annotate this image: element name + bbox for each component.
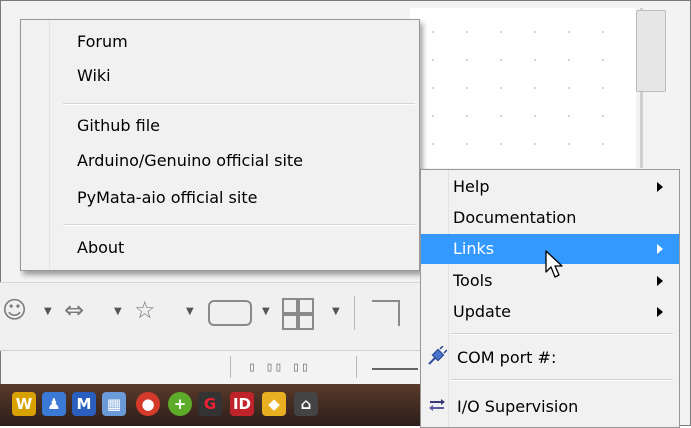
menu-item-documentation[interactable]: Documentation	[421, 203, 679, 233]
submenu-arrow-icon	[657, 182, 663, 192]
grid-icon[interactable]	[282, 298, 314, 330]
menu-item-label: Links	[453, 239, 495, 258]
taskbar-app-icon[interactable]: +	[168, 392, 192, 416]
menu-item-update[interactable]: Update	[421, 297, 679, 327]
menu-separator	[451, 333, 673, 335]
submenu-arrow-icon	[657, 244, 663, 254]
chevron-down-icon[interactable]: ▼	[332, 306, 340, 317]
links-submenu: Forum Wiki Github file Arduino/Genuino o…	[20, 19, 420, 271]
zoom-out-icon[interactable]	[372, 368, 418, 370]
menu-separator	[63, 224, 415, 226]
plug-icon	[428, 346, 447, 365]
drawing-canvas[interactable]	[410, 8, 636, 168]
menu-item-pymata-site[interactable]: PyMata-aio official site	[77, 188, 257, 207]
page-layout-icons[interactable]: ▯ ▯▯ ▯▯	[248, 360, 310, 375]
smiley-icon[interactable]: ☺	[2, 298, 27, 322]
taskbar-app-icon[interactable]: G	[198, 392, 222, 416]
toolbar-separator	[230, 356, 231, 378]
menu-item-wiki[interactable]: Wiki	[77, 66, 111, 85]
taskbar-app-icon[interactable]: W	[12, 392, 36, 416]
menu-item-label: COM port #:	[457, 348, 557, 367]
mouse-cursor-icon	[545, 250, 563, 278]
speech-bubble-icon[interactable]	[208, 300, 252, 326]
submenu-arrow-icon	[657, 307, 663, 317]
context-menu: Help Documentation Links Tools Update CO…	[420, 169, 680, 428]
taskbar-app-icon[interactable]: M	[72, 392, 96, 416]
toolbar-separator	[354, 296, 355, 330]
menu-separator	[63, 103, 415, 105]
menu-item-forum[interactable]: Forum	[77, 32, 128, 51]
chevron-down-icon[interactable]: ▼	[186, 306, 194, 317]
menu-gutter	[49, 20, 50, 270]
taskbar-app-icon[interactable]: ⌂	[294, 392, 318, 416]
shape-icon[interactable]	[372, 300, 400, 326]
taskbar-app-icon[interactable]: ID	[230, 392, 254, 416]
toolbar-divider	[0, 350, 420, 351]
chevron-down-icon[interactable]: ▼	[262, 306, 270, 317]
toolbar-separator	[356, 356, 357, 378]
taskbar-app-icon[interactable]: ●	[136, 392, 160, 416]
menu-item-com-port[interactable]: COM port #:	[421, 343, 679, 373]
submenu-arrow-icon	[657, 276, 663, 286]
vertical-scrollbar-thumb[interactable]	[636, 10, 666, 92]
menu-item-help[interactable]: Help	[421, 172, 679, 202]
taskbar-app-icon[interactable]: ♟	[42, 392, 66, 416]
io-supervision-icon	[429, 399, 445, 411]
menu-item-label: I/O Supervision	[457, 397, 579, 416]
menu-item-label: Documentation	[453, 208, 577, 227]
taskbar-app-icon[interactable]: ▦	[102, 392, 126, 416]
menu-item-io-supervision[interactable]: I/O Supervision	[421, 392, 679, 422]
menu-item-about[interactable]: About	[77, 238, 124, 257]
menu-separator	[451, 379, 673, 381]
chevron-down-icon[interactable]: ▼	[114, 306, 122, 317]
menu-item-label: Update	[453, 302, 511, 321]
menu-item-github-file[interactable]: Github file	[77, 116, 160, 135]
chevron-down-icon[interactable]: ▼	[44, 306, 52, 317]
star-icon[interactable]: ☆	[134, 298, 156, 322]
menu-item-label: Help	[453, 177, 490, 196]
taskbar-app-icon[interactable]: ◆	[262, 392, 286, 416]
menu-item-arduino-site[interactable]: Arduino/Genuino official site	[77, 151, 303, 170]
double-arrow-icon[interactable]: ⇔	[64, 298, 84, 322]
menu-item-label: Tools	[453, 271, 493, 290]
